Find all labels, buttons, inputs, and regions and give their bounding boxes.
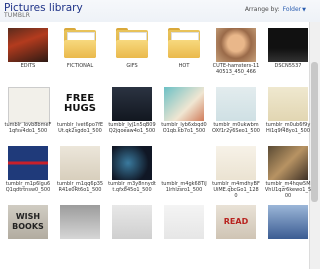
grid-item-tumblr[interactable]	[56, 203, 104, 262]
grid-item-dscn5537[interactable]: DSCN5537	[264, 26, 312, 85]
item-label: tumblr_m3y8nnydtt.qfx845o1_500	[108, 181, 156, 193]
item-label: CUTE-hamsters-1140513_450_466	[212, 63, 260, 75]
item-label: EDITS	[20, 63, 36, 69]
arrange-by-control[interactable]: Arrange by: Folder▼	[245, 6, 306, 13]
image-thumbnail	[164, 205, 204, 239]
grid-item-edits[interactable]: EDITS	[4, 26, 52, 85]
thumbnail-text: READ	[216, 205, 256, 239]
item-label: tumblr_m1qq6p35R41e0Rt6o1_500	[56, 181, 104, 193]
library-subtitle: TUMBLR	[4, 12, 31, 19]
grid-item-tumblr[interactable]: READ	[212, 203, 260, 262]
grid-item-tumblr[interactable]: tumblr_m4hqw5MVhU1qzr6kewo1_500	[264, 144, 312, 203]
item-label: tumblr_lvet6po7fEUt.qk2sgdo1_500	[56, 122, 104, 134]
image-thumbnail	[60, 146, 100, 180]
grid-item-tumblr[interactable]	[160, 203, 208, 262]
item-label: DSCN5537	[274, 63, 302, 69]
item-label: tumblr_m4gk68TiJ1lrhlzsro1_500	[161, 181, 207, 193]
scrollbar-thumb[interactable]	[311, 62, 318, 202]
image-thumbnail: FREE HUGS	[60, 87, 100, 121]
thumbnail-text-line: READ	[223, 217, 249, 226]
item-label: tumblr_lyj1n5qB09Q2jqoeaw4o1_500	[108, 122, 156, 134]
image-thumbnail	[112, 205, 152, 239]
thumbnail-text: WISH BOOKS	[8, 205, 48, 239]
image-thumbnail	[60, 205, 100, 239]
image-thumbnail	[112, 146, 152, 180]
library-header: Pictures library TUMBLR Arrange by: Folde…	[0, 0, 320, 22]
folder-item-hot[interactable]: HOT	[160, 26, 208, 85]
image-thumbnail	[216, 146, 256, 180]
item-label: tumblr_lyb6xbqd0O1qb.kb7o1_500	[161, 122, 207, 134]
item-label: GIFS	[126, 63, 138, 69]
grid-item-tumblr[interactable]: tumblr_lovb8bmeF1qfsv4do1_500	[4, 85, 52, 144]
image-thumbnail	[112, 87, 152, 121]
image-thumbnail	[268, 205, 308, 239]
image-thumbnail: WISH BOOKS	[8, 205, 48, 239]
grid-item-tumblr[interactable]: tumblr_m3y8nnydtt.qfx845o1_500	[108, 144, 156, 203]
grid-item-tumblr[interactable]: tumblr_m4mdhyBFUiME.qbcGo1_1280	[212, 144, 260, 203]
grid-item-cute-hamsters[interactable]: CUTE-hamsters-1140513_450_466	[212, 26, 260, 85]
grid-item-tumblr[interactable]: FREE HUGS tumblr_lvet6po7fEUt.qk2sgdo1_5…	[56, 85, 104, 144]
grid-item-tumblr[interactable]: tumblr_m0ub6f9yHi1q9f48yo1_500	[264, 85, 312, 144]
item-label: tumblr_m4mdhyBFUiME.qbcGo1_1280	[212, 181, 260, 199]
thumbnail-text-line: BOOKS	[12, 222, 44, 231]
grid-item-tumblr[interactable]: tumblr_lyj1n5qB09Q2jqoeaw4o1_500	[108, 85, 156, 144]
folder-item-fictional[interactable]: FICTIONAL	[56, 26, 104, 85]
thumbnail-text-line: WISH	[15, 212, 41, 221]
grid-item-tumblr[interactable]: tumblr_m1qq6p35R41e0Rt6o1_500	[56, 144, 104, 203]
grid-item-tumblr[interactable]: tumblr_lyb6xbqd0O1qb.kb7o1_500	[160, 85, 208, 144]
image-thumbnail	[216, 28, 256, 62]
image-thumbnail	[164, 87, 204, 121]
item-label: HOT	[178, 63, 190, 69]
thumbnail-text: FREE HUGS	[60, 87, 100, 121]
file-grid: EDITS FICTIONAL GIFS HOT CUTE-hamsters-1…	[4, 26, 312, 262]
image-thumbnail	[8, 87, 50, 123]
item-label: tumblr_m1p6lgu6Q1qdtrtnsw0_500	[5, 181, 51, 193]
grid-item-tumblr[interactable]: tumblr_m0ukwbmOXf1r2y6Seo1_500	[212, 85, 260, 144]
item-label: tumblr_m4hqw5MVhU1qzr6kewo1_500	[264, 181, 312, 199]
folder-item-gifs[interactable]: GIFS	[108, 26, 156, 85]
item-label: tumblr_lovb8bmeF1qfsv4do1_500	[4, 122, 52, 134]
grid-item-tumblr[interactable]: WISH BOOKS	[4, 203, 52, 262]
item-label: tumblr_m0ukwbmOXf1r2y6Seo1_500	[212, 122, 260, 134]
image-thumbnail	[268, 28, 308, 62]
item-label: tumblr_m0ub6f9yHi1q9f48yo1_500	[265, 122, 311, 134]
grid-item-tumblr[interactable]	[108, 203, 156, 262]
grid-item-tumblr[interactable]: tumblr_m1p6lgu6Q1qdtrtnsw0_500	[4, 144, 52, 203]
grid-item-tumblr[interactable]: tumblr_m4gk68TiJ1lrhlzsro1_500	[160, 144, 208, 203]
arrange-by-value[interactable]: Folder	[283, 6, 302, 13]
image-thumbnail	[8, 28, 48, 62]
image-thumbnail	[216, 87, 256, 121]
image-thumbnail	[164, 146, 204, 180]
chevron-down-icon[interactable]: ▼	[302, 7, 306, 13]
item-label: FICTIONAL	[66, 63, 94, 69]
thumbnail-text-line: HUGS	[64, 103, 96, 114]
image-thumbnail	[268, 146, 308, 180]
image-thumbnail	[268, 87, 308, 121]
image-thumbnail: READ	[216, 205, 256, 239]
arrange-by-label: Arrange by:	[244, 6, 280, 13]
image-thumbnail	[8, 146, 48, 180]
grid-item-tumblr[interactable]	[264, 203, 312, 262]
